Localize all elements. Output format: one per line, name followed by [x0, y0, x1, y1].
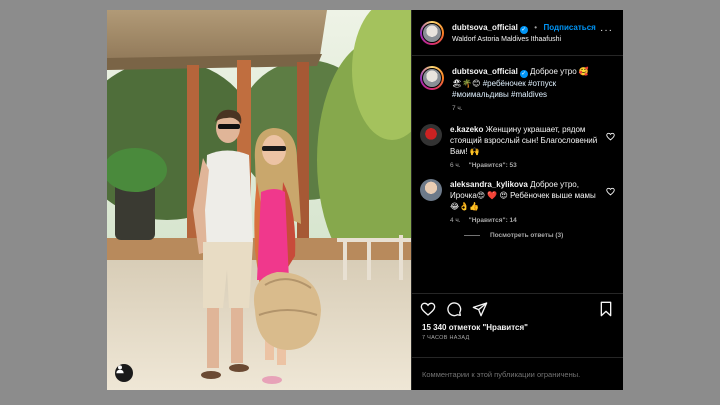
post-photo[interactable] [107, 10, 411, 390]
view-replies-label: Посмотреть ответы (3) [490, 232, 564, 239]
verified-icon: ✓ [519, 26, 528, 34]
bookmark-icon[interactable] [599, 301, 613, 317]
share-icon[interactable] [472, 301, 488, 317]
verified-icon: ✓ [519, 70, 528, 78]
post-location[interactable]: Waldorf Astoria Maldives Ithaafushi [452, 34, 596, 45]
view-replies-button[interactable]: Посмотреть ответы (3) [464, 232, 615, 239]
comments-limited-notice: Комментарии к этой публикации ограничены… [412, 357, 623, 390]
post-side-panel: dubtsova_official ✓ • Подписаться Waldorf… [411, 10, 623, 390]
comment-author[interactable]: e.kazeko [450, 125, 483, 134]
comment-item: aleksandra_kylikova Доброе утро, Ирочка😍… [420, 179, 615, 224]
replies-divider [464, 235, 480, 236]
hashtag-otpusk[interactable]: #отпуск [528, 79, 556, 88]
comment-time[interactable]: 6 ч. [450, 162, 461, 169]
user-tag-icon[interactable] [115, 364, 133, 382]
caption-author-avatar[interactable] [420, 66, 444, 90]
comment-likes[interactable]: "Нравится": 53 [469, 162, 517, 169]
comment-time[interactable]: 4 ч. [450, 217, 461, 224]
comment-likes[interactable]: "Нравится": 14 [469, 217, 517, 224]
post-modal: dubtsova_official ✓ • Подписаться Waldorf… [107, 10, 623, 390]
photo-illustration [107, 10, 411, 390]
post-header: dubtsova_official ✓ • Подписаться Waldorf… [412, 10, 623, 56]
post-actions [412, 293, 623, 323]
post-caption: dubtsova_official ✓ Доброе утро 🥰 🏖🌴😊 #ре… [420, 66, 615, 112]
caption-author[interactable]: dubtsova_official [452, 67, 518, 76]
separator-dot: • [534, 23, 538, 32]
hashtag-maldives[interactable]: #maldives [511, 90, 547, 99]
commenter-avatar[interactable] [420, 124, 442, 146]
author-username[interactable]: dubtsova_official [452, 23, 518, 32]
author-avatar[interactable] [420, 20, 444, 45]
comment-item: e.kazeko Женщину украшает, рядом стоящий… [420, 124, 615, 169]
heart-icon[interactable] [420, 301, 436, 317]
commenter-avatar[interactable] [420, 179, 442, 201]
post-time-ago[interactable]: 7 ЧАСОВ НАЗАД [412, 332, 623, 341]
caption-text: Доброе утро 🥰 [527, 67, 589, 76]
follow-button[interactable]: Подписаться [544, 23, 596, 32]
comment-author[interactable]: aleksandra_kylikova [450, 180, 528, 189]
heart-icon[interactable] [606, 132, 615, 141]
hashtag-rebenochek[interactable]: #ребёночек [483, 79, 526, 88]
comment-icon[interactable] [446, 301, 462, 317]
likes-count[interactable]: 15 340 отметок "Нравится" [412, 323, 623, 332]
more-icon[interactable]: ··· [600, 25, 613, 36]
caption-time[interactable]: 7 ч. [452, 105, 463, 112]
hashtag-moimaldivy[interactable]: #моимальдивы [452, 90, 509, 99]
comments-list: dubtsova_official ✓ Доброе утро 🥰 🏖🌴😊 #ре… [412, 56, 623, 293]
heart-icon[interactable] [606, 187, 615, 196]
caption-emoji: 🏖🌴😊 [452, 79, 483, 88]
